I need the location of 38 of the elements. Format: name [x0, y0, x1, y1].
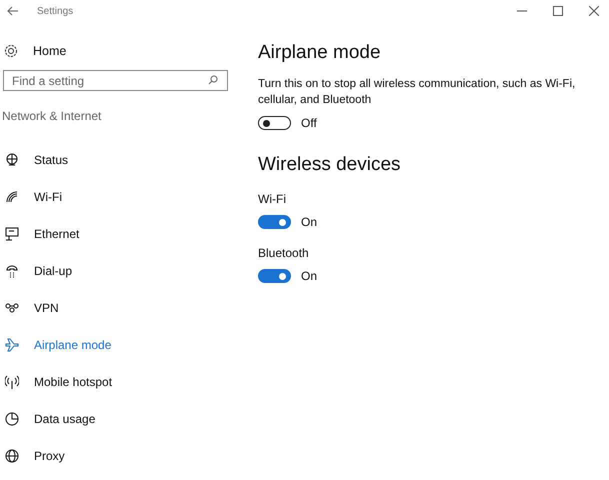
sidebar-item[interactable]: Data usage [0, 400, 240, 437]
search-field[interactable]: Find a setting [3, 70, 228, 91]
device-label: Bluetooth [258, 246, 310, 260]
search-icon [208, 75, 218, 85]
sidebar-item[interactable]: Wi-Fi [0, 178, 240, 215]
sidebar-item[interactable]: Proxy [0, 437, 240, 474]
home-item[interactable]: Home [0, 42, 240, 60]
vpn-icon [5, 300, 19, 314]
toggle-state: On [301, 269, 318, 283]
close-icon[interactable] [589, 6, 599, 16]
back-icon[interactable] [7, 6, 19, 16]
globe-icon [5, 448, 19, 462]
airplane-icon [5, 338, 19, 352]
pie-chart-icon [5, 412, 19, 426]
window-title: Settings [37, 6, 74, 16]
settings-icon [4, 44, 18, 58]
sidebar-item[interactable]: Mobile hotspot [0, 363, 240, 400]
antenna-icon [5, 374, 19, 388]
sidebar-item[interactable]: Airplane mode [0, 326, 240, 363]
ethernet-icon [5, 226, 19, 240]
phone-icon [5, 264, 19, 278]
section-heading: Network & Internet [2, 109, 102, 125]
globe-monitor-icon [5, 152, 19, 166]
toggle-state: On [301, 215, 318, 229]
section-title: Wireless devices [258, 154, 402, 176]
description: Turn this on to stop all wireless communication, such as Wi-Fi, cellular, and Bluetooth [258, 77, 576, 108]
toggle-switch[interactable] [258, 116, 291, 130]
sidebar-item[interactable]: Ethernet [0, 215, 240, 252]
sidebar-item[interactable]: Dial-up [0, 252, 240, 289]
maximize-icon[interactable] [553, 6, 563, 16]
toggle-switch[interactable] [258, 215, 291, 229]
wifi-icon [5, 190, 19, 204]
device-label: Wi-Fi [258, 192, 287, 206]
sidebar-item[interactable]: VPN [0, 289, 240, 326]
section-title: Airplane mode [258, 42, 382, 64]
toggle-switch[interactable] [258, 269, 291, 283]
sidebar-item[interactable]: Status [0, 141, 240, 178]
toggle-state: Off [301, 116, 317, 130]
